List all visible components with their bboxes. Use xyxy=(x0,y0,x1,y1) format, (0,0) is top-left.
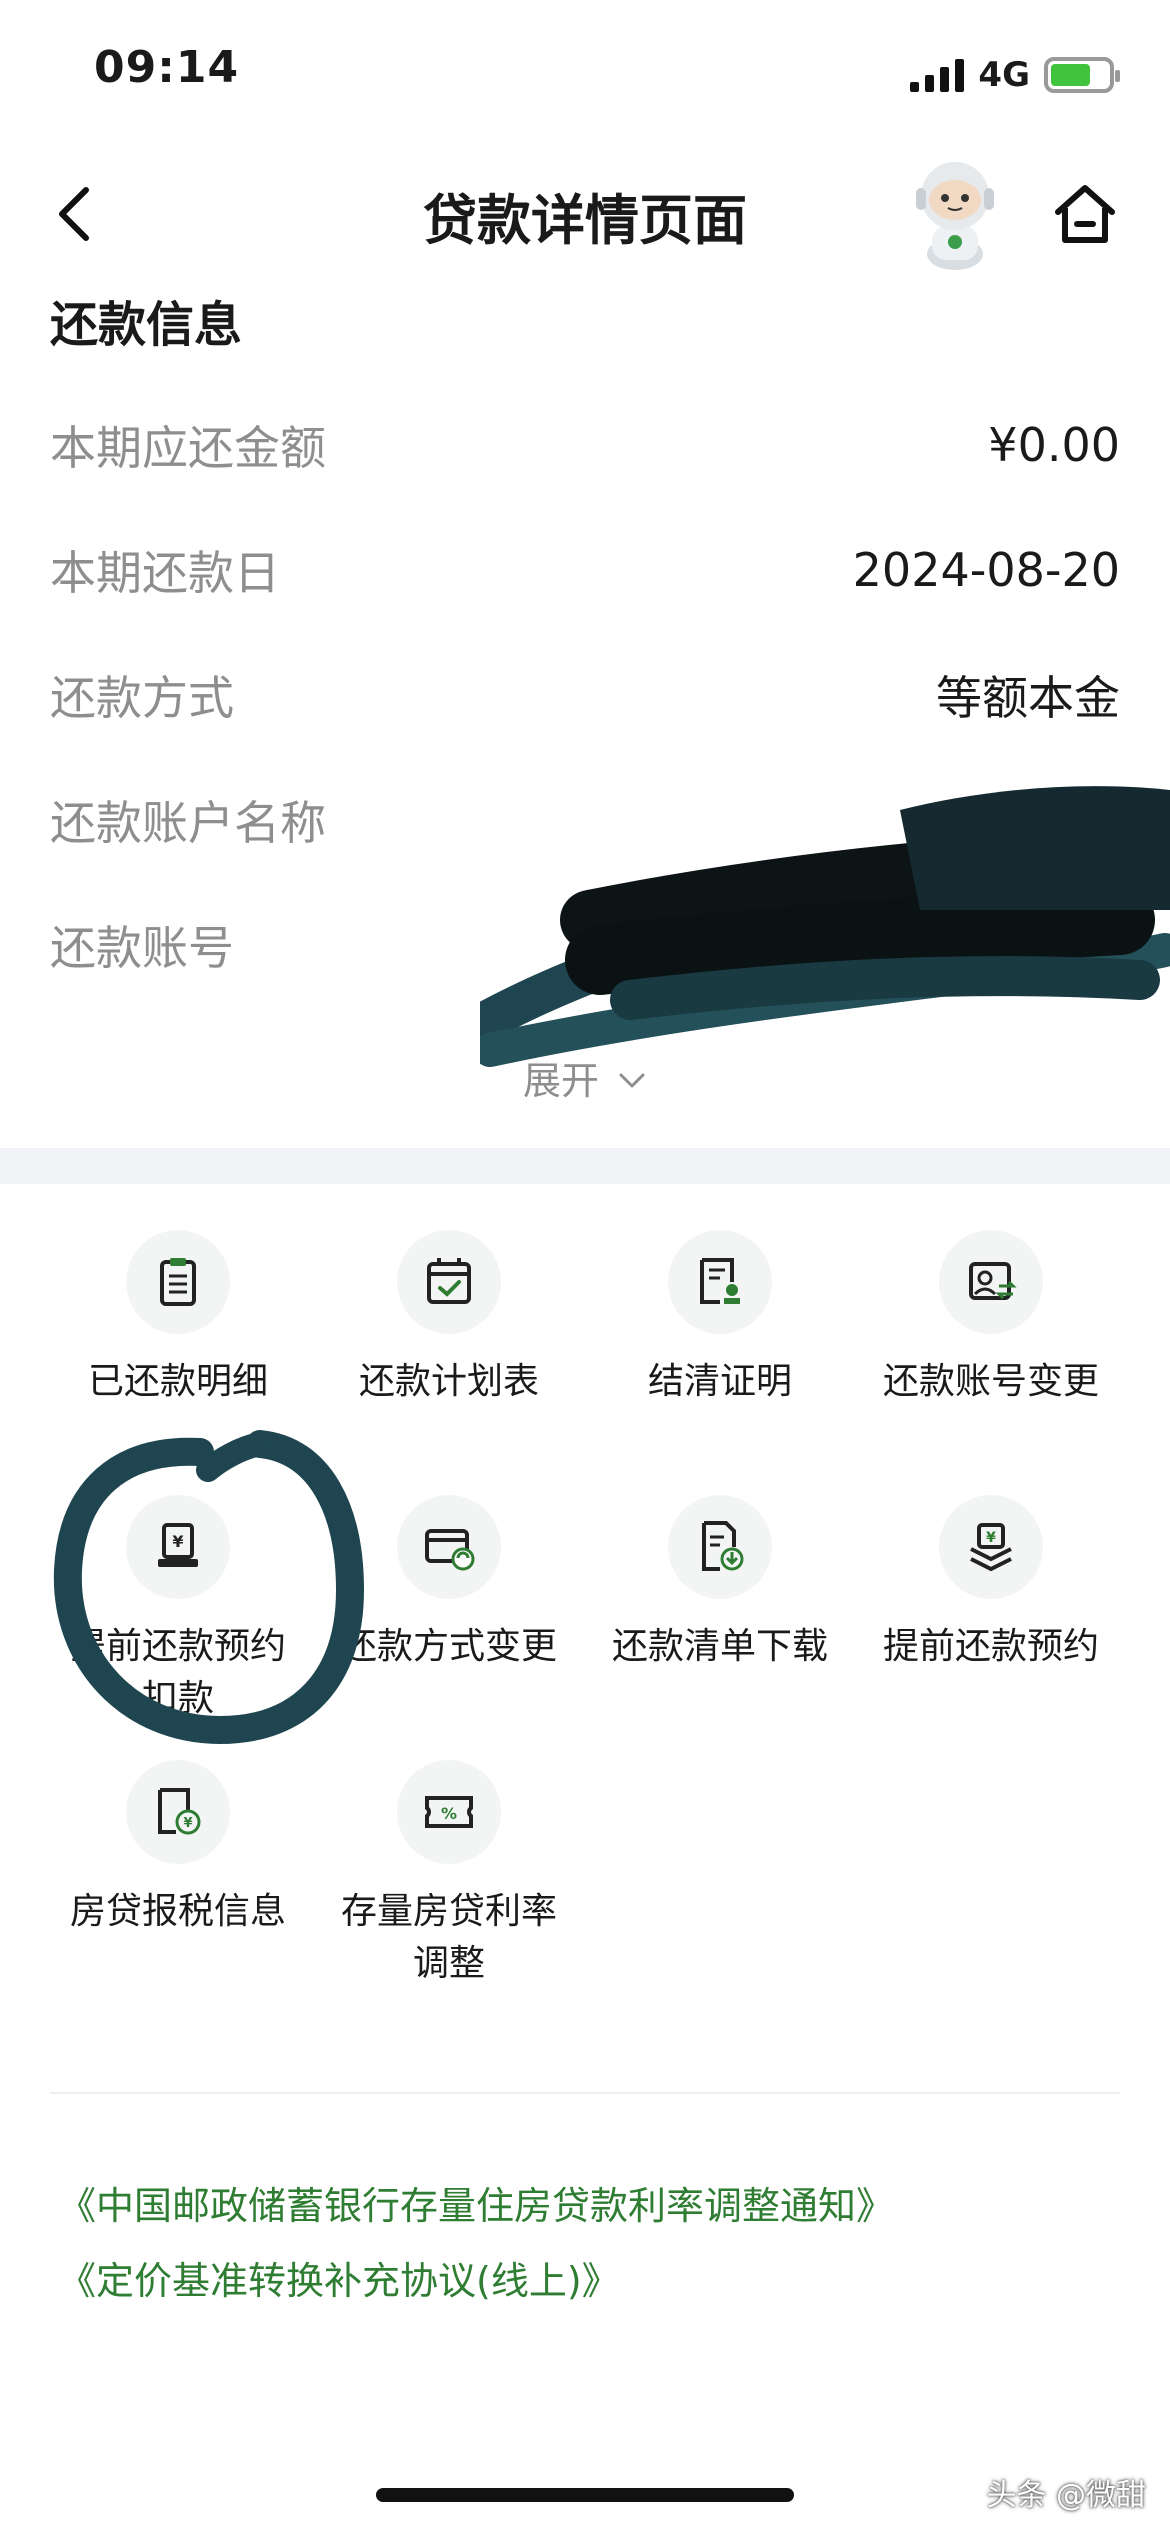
service-account-change[interactable]: 还款账号变更 xyxy=(845,1230,1137,1408)
battery-icon xyxy=(1044,57,1120,93)
hand-drawn-circle xyxy=(50,1430,380,1760)
info-label: 还款账户名称 xyxy=(50,796,326,850)
clipboard-icon xyxy=(126,1230,230,1334)
info-label: 本期还款日 xyxy=(50,546,280,600)
svg-text:%: % xyxy=(441,1804,457,1823)
service-repaid-details[interactable]: 已还款明细 xyxy=(32,1230,324,1408)
expand-toggle[interactable]: 展开 xyxy=(0,1050,1170,1105)
link-pricing-agreement[interactable]: 《定价基准转换补充协议(线上)》 xyxy=(58,2250,620,2305)
info-value: 2024-08-20 xyxy=(852,543,1120,597)
svg-text:¥: ¥ xyxy=(183,1816,192,1831)
service-statement-download[interactable]: 还款清单下载 xyxy=(574,1495,866,1673)
status-time: 09:14 xyxy=(94,42,240,93)
status-indicators: 4G xyxy=(910,50,1120,100)
network-type: 4G xyxy=(978,55,1030,95)
section-divider xyxy=(0,1148,1170,1184)
signal-icon xyxy=(910,58,965,92)
service-label: 还款清单下载 xyxy=(611,1626,828,1667)
service-label: 还款计划表 xyxy=(358,1361,539,1402)
svg-text:¥: ¥ xyxy=(986,1530,996,1546)
redaction-scribble xyxy=(468,770,1170,1070)
battery-level xyxy=(1051,64,1091,86)
info-row-amount-due: 本期应还金额 ¥0.00 xyxy=(50,410,1120,480)
service-settlement-certificate[interactable]: 结清证明 xyxy=(574,1230,866,1408)
chevron-down-icon xyxy=(617,1056,647,1100)
home-icon[interactable] xyxy=(1050,180,1120,250)
service-label: 存量房贷利率调整 xyxy=(340,1891,557,1984)
service-label: 已还款明细 xyxy=(87,1361,268,1402)
robot-avatar-icon[interactable] xyxy=(900,154,1010,272)
info-row-repayment-method: 还款方式 等额本金 xyxy=(50,660,1120,730)
info-label: 还款方式 xyxy=(50,671,234,725)
yuan-stack-icon: ¥ xyxy=(939,1495,1043,1599)
info-row-due-date: 本期还款日 2024-08-20 xyxy=(50,535,1120,605)
content-divider xyxy=(50,2092,1120,2094)
service-label: 还款账号变更 xyxy=(882,1361,1099,1402)
info-label: 本期应还金额 xyxy=(50,421,326,475)
service-prepayment-booking[interactable]: ¥ 提前还款预约 xyxy=(845,1495,1137,1673)
calendar-check-icon xyxy=(397,1230,501,1334)
certificate-icon xyxy=(668,1230,772,1334)
service-label: 结清证明 xyxy=(647,1361,792,1402)
percent-ticket-icon: % xyxy=(397,1760,501,1864)
card-refresh-icon xyxy=(397,1495,501,1599)
service-repayment-schedule[interactable]: 还款计划表 xyxy=(303,1230,595,1408)
document-download-icon xyxy=(668,1495,772,1599)
tax-document-icon: ¥ xyxy=(126,1760,230,1864)
watermark: 头条 @微甜 xyxy=(986,2478,1146,2513)
section-title: 还款信息 xyxy=(50,297,243,353)
info-value: ¥0.00 xyxy=(988,418,1120,472)
expand-label: 展开 xyxy=(522,1059,599,1103)
link-rate-adjustment-notice[interactable]: 《中国邮政储蓄银行存量住房贷款利率调整通知》 xyxy=(58,2175,894,2230)
nav-bar: 贷款详情页面 xyxy=(0,150,1170,280)
status-bar: 09:14 4G xyxy=(0,0,1170,150)
home-indicator[interactable] xyxy=(376,2488,794,2502)
info-label: 还款账号 xyxy=(50,921,234,975)
service-rate-adjustment[interactable]: % 存量房贷利率调整 xyxy=(303,1760,595,1990)
account-change-icon xyxy=(939,1230,1043,1334)
info-value: 等额本金 xyxy=(936,671,1120,725)
service-label: 提前还款预约 xyxy=(882,1626,1099,1667)
service-label: 房贷报税信息 xyxy=(69,1891,286,1932)
service-tax-info[interactable]: ¥ 房贷报税信息 xyxy=(32,1760,324,1938)
